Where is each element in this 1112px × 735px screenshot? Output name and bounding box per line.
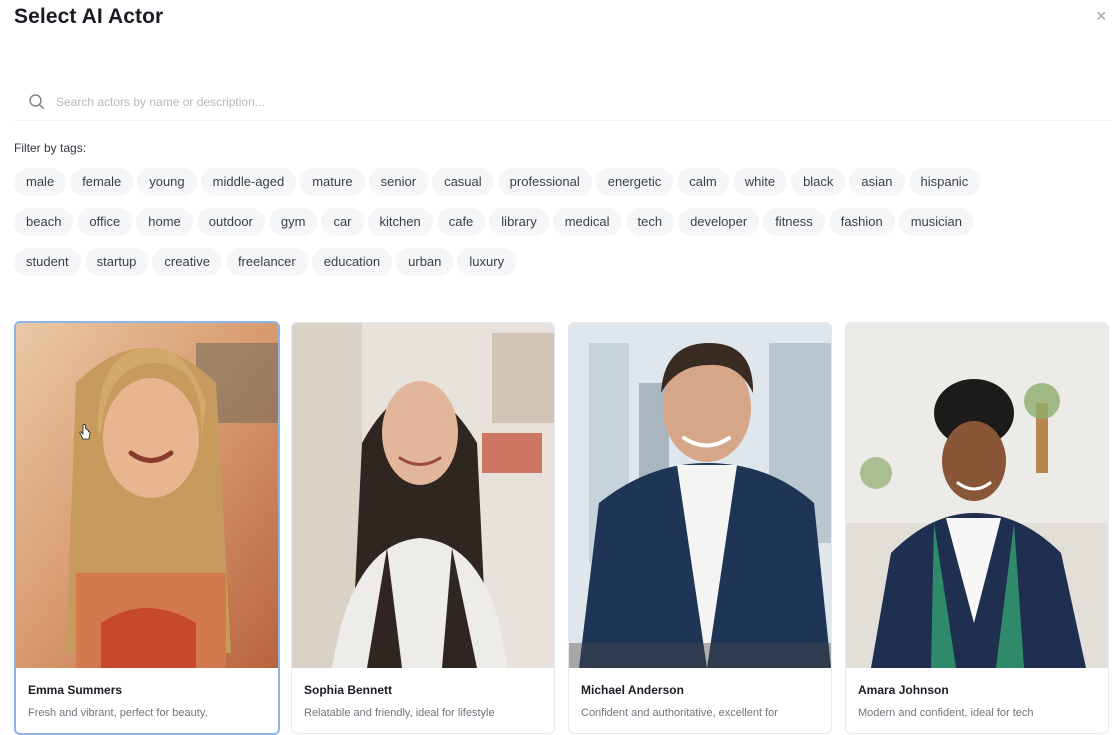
tag-filter-casual[interactable]: casual bbox=[432, 168, 494, 196]
tag-filter-freelancer[interactable]: freelancer bbox=[225, 248, 308, 276]
close-icon[interactable]: × bbox=[1096, 7, 1112, 25]
tag-filter-home[interactable]: home bbox=[136, 208, 193, 236]
search-bar[interactable] bbox=[14, 84, 1112, 121]
actor-card[interactable]: Sophia Bennett Relatable and friendly, i… bbox=[291, 322, 555, 734]
tag-filter-office[interactable]: office bbox=[77, 208, 133, 236]
actor-description: Relatable and friendly, ideal for lifest… bbox=[304, 707, 495, 719]
actor-description: Fresh and vibrant, perfect for beauty, bbox=[28, 707, 208, 719]
tag-filter-male[interactable]: male bbox=[14, 168, 67, 196]
search-icon bbox=[28, 93, 46, 111]
actor-card[interactable]: Michael Anderson Confident and authorita… bbox=[568, 322, 832, 734]
tag-filter-education[interactable]: education bbox=[311, 248, 393, 276]
tag-filter-kitchen[interactable]: kitchen bbox=[367, 208, 433, 236]
tag-filter-mature[interactable]: mature bbox=[300, 168, 365, 196]
tag-filter-developer[interactable]: developer bbox=[678, 208, 760, 236]
actor-photo bbox=[16, 323, 278, 668]
filter-label: Filter by tags: bbox=[14, 141, 87, 155]
dialog-title: Select AI Actor bbox=[14, 5, 164, 28]
tag-filter-female[interactable]: female bbox=[70, 168, 134, 196]
tag-filter-senior[interactable]: senior bbox=[368, 168, 429, 196]
actor-card[interactable]: Emma Summers Fresh and vibrant, perfect … bbox=[14, 321, 280, 735]
tag-filter-professional[interactable]: professional bbox=[497, 168, 592, 196]
tag-filter-musician[interactable]: musician bbox=[898, 208, 974, 236]
tag-filter-startup[interactable]: startup bbox=[84, 248, 149, 276]
actor-name: Michael Anderson bbox=[581, 683, 684, 697]
tag-filter-white[interactable]: white bbox=[732, 168, 788, 196]
tag-filter-medical[interactable]: medical bbox=[552, 208, 622, 236]
actor-description: Modern and confident, ideal for tech bbox=[858, 707, 1034, 719]
actor-name: Emma Summers bbox=[28, 683, 123, 697]
tag-filter-asian[interactable]: asian bbox=[849, 168, 905, 196]
actor-name: Sophia Bennett bbox=[304, 683, 393, 697]
actor-card[interactable]: Amara Johnson Modern and confident, idea… bbox=[845, 322, 1109, 734]
tag-filter-fitness[interactable]: fitness bbox=[763, 208, 825, 236]
tag-filter-calm[interactable]: calm bbox=[677, 168, 729, 196]
tag-filter-cafe[interactable]: cafe bbox=[436, 208, 486, 236]
tag-filter-student[interactable]: student bbox=[14, 248, 81, 276]
actor-description: Confident and authoritative, excellent f… bbox=[581, 707, 778, 719]
tag-filter-fashion[interactable]: fashion bbox=[828, 208, 895, 236]
tag-filter-urban[interactable]: urban bbox=[396, 248, 454, 276]
hand-cursor-icon bbox=[79, 424, 91, 440]
actor-photo bbox=[569, 323, 831, 668]
tag-filter-luxury[interactable]: luxury bbox=[457, 248, 517, 276]
tag-filter-energetic[interactable]: energetic bbox=[595, 168, 674, 196]
tag-filter-beach[interactable]: beach bbox=[14, 208, 74, 236]
actor-photo bbox=[292, 323, 554, 668]
actor-photo bbox=[846, 323, 1108, 668]
actor-name: Amara Johnson bbox=[858, 683, 949, 697]
tag-filter-tech[interactable]: tech bbox=[625, 208, 675, 236]
tag-filter-gym[interactable]: gym bbox=[268, 208, 318, 236]
search-input[interactable] bbox=[54, 90, 758, 114]
tag-filter-list: male female young middle-aged mature senior ca… bbox=[14, 168, 1112, 278]
tag-row: beach office home outdoor gym car kitchen cafe l… bbox=[14, 208, 974, 236]
tag-filter-hispanic[interactable]: hispanic bbox=[908, 168, 981, 196]
actor-grid: Emma Summers Fresh and vibrant, perfect … bbox=[14, 321, 1112, 735]
tag-filter-young[interactable]: young bbox=[137, 168, 197, 196]
tag-filter-middle-aged[interactable]: middle-aged bbox=[200, 168, 297, 196]
tag-filter-car[interactable]: car bbox=[321, 208, 364, 236]
tag-filter-outdoor[interactable]: outdoor bbox=[196, 208, 265, 236]
tag-row: student startup creative freelancer educatio… bbox=[14, 248, 517, 276]
tag-filter-library[interactable]: library bbox=[489, 208, 549, 236]
tag-row: male female young middle-aged mature senior ca… bbox=[14, 168, 981, 196]
tag-filter-creative[interactable]: creative bbox=[152, 248, 222, 276]
tag-filter-black[interactable]: black bbox=[791, 168, 846, 196]
